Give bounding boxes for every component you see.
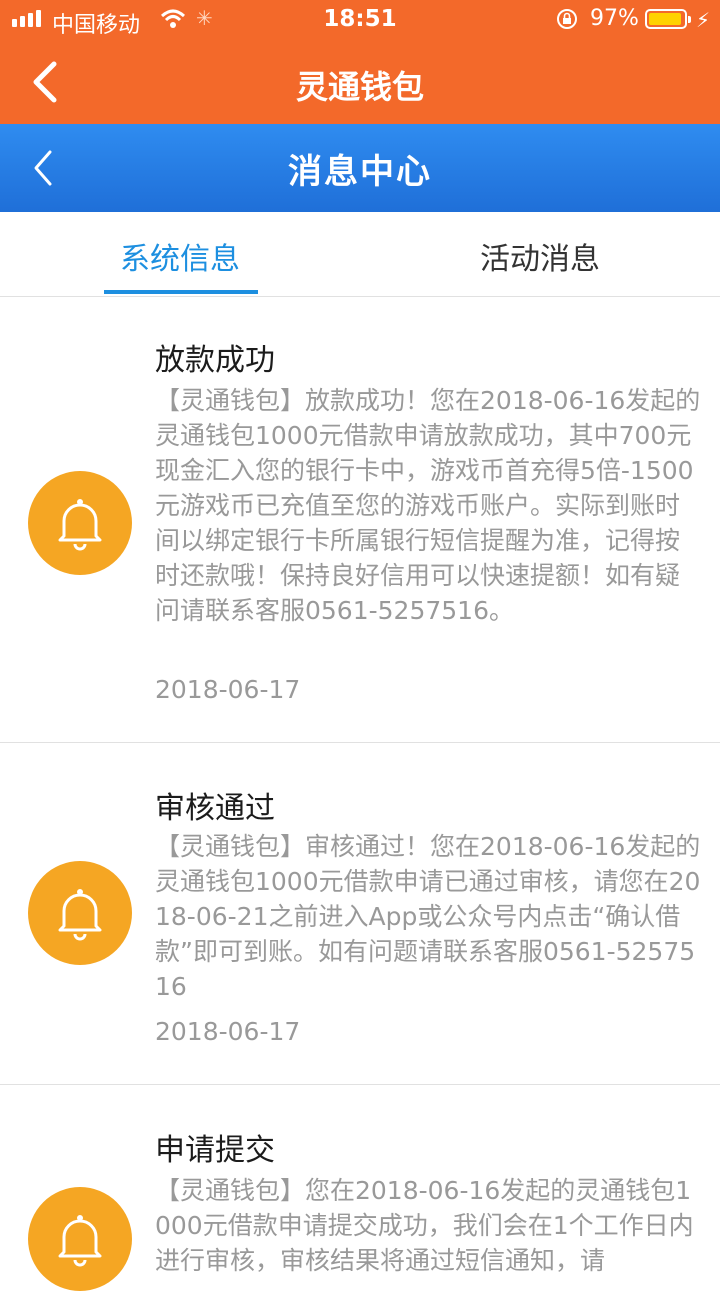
message-body: 【灵通钱包】放款成功！您在2018-06-16发起的灵通钱包1000元借款申请放… <box>155 386 701 625</box>
charging-icon: ⚡ <box>696 8 711 32</box>
rotation-lock-icon <box>557 9 577 29</box>
message-title: 审核通过 <box>155 791 275 826</box>
message-title: 申请提交 <box>155 1133 275 1168</box>
battery-percent: 97% <box>590 6 639 31</box>
bell-icon <box>28 1187 132 1291</box>
list-item[interactable]: 申请提交 【灵通钱包】您在2018-06-16发起的灵通钱包1000元借款申请提… <box>0 1085 720 1305</box>
message-date: 2018-06-17 <box>155 1017 301 1046</box>
page-header: 消息中心 <box>0 124 720 212</box>
tab-activity-messages[interactable]: 活动消息 <box>480 234 600 278</box>
active-tab-indicator <box>104 290 258 294</box>
tab-system-messages[interactable]: 系统信息 <box>120 234 240 278</box>
list-item[interactable]: 放款成功 【灵通钱包】放款成功！您在2018-06-16发起的灵通钱包1000元… <box>0 297 720 743</box>
app-top-bar: 灵通钱包 <box>0 40 720 124</box>
message-date: 2018-06-17 <box>155 675 301 704</box>
page-title: 消息中心 <box>288 152 432 192</box>
message-title: 放款成功 <box>155 343 275 378</box>
app-title: 灵通钱包 <box>295 68 424 106</box>
list-item[interactable]: 审核通过 【灵通钱包】审核通过！您在2018-06-16发起的灵通钱包1000元… <box>0 743 720 1085</box>
bell-icon <box>28 861 132 965</box>
message-body: 【灵通钱包】您在2018-06-16发起的灵通钱包1000元借款申请提交成功，我… <box>155 1176 694 1275</box>
battery-icon <box>645 9 691 29</box>
status-bar: 中国移动 ✳ 18:51 97% ⚡ <box>0 0 720 40</box>
message-body: 【灵通钱包】审核通过！您在2018-06-16发起的灵通钱包1000元借款申请已… <box>155 832 701 1001</box>
bell-icon <box>28 471 132 575</box>
tab-bar: 系统信息 活动消息 <box>0 212 720 297</box>
